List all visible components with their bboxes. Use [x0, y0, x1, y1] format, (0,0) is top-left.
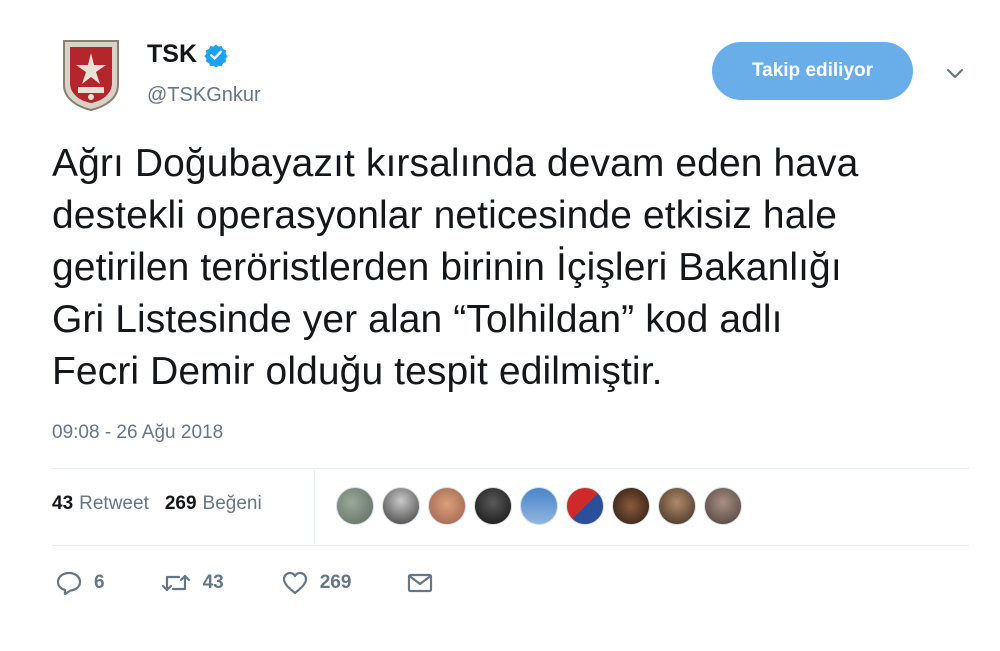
divider — [52, 545, 969, 546]
retweet-label: Retweet — [79, 493, 149, 514]
liker-avatar[interactable] — [474, 487, 512, 525]
liker-avatar[interactable] — [520, 487, 558, 525]
chevron-down-icon[interactable] — [942, 62, 968, 84]
tweet-text-line: destekli operasyonlar neticesinde etkisi… — [52, 194, 838, 237]
reply-icon — [56, 571, 82, 596]
reply-button[interactable]: 6 — [54, 568, 105, 598]
tweet-timestamp[interactable]: 09:08 - 26 Ağu 2018 — [52, 422, 223, 444]
liker-avatar[interactable] — [382, 487, 420, 525]
envelope-icon — [408, 573, 433, 593]
tweet-stats: 43 Retweet 269 Beğeni — [52, 493, 262, 515]
divider — [52, 468, 969, 469]
retweet-button[interactable]: 43 — [159, 568, 224, 598]
direct-message-button[interactable] — [405, 568, 435, 598]
verified-badge-icon — [204, 43, 228, 67]
tweet-actions: 6 43 269 — [54, 568, 435, 598]
retweet-icon — [161, 574, 190, 592]
tweet-text-line: Ağrı Doğubayazıt kırsalında devam eden h… — [52, 142, 859, 185]
tweet-text-line: getirilen teröristlerden birinin İçişler… — [52, 246, 842, 289]
tweet-text-line: Fecri Demir olduğu tespit edilmiştir. — [52, 350, 663, 393]
account-name[interactable]: TSK — [147, 40, 197, 69]
tsk-emblem-icon — [63, 40, 119, 111]
retweet-action-count: 43 — [202, 572, 224, 593]
like-button[interactable]: 269 — [280, 568, 352, 598]
tweet-text: Ağrı Doğubayazıt kırsalında devam eden h… — [52, 138, 977, 398]
heart-icon — [282, 571, 307, 595]
reply-count: 6 — [94, 572, 105, 593]
liker-avatar[interactable] — [566, 487, 604, 525]
tweet-text-line: Gri Listesinde yer alan “Tolhildan” kod … — [52, 298, 783, 341]
avatar[interactable] — [58, 38, 124, 112]
account-name-row[interactable]: TSK — [147, 40, 228, 69]
like-action-count: 269 — [319, 572, 352, 593]
like-stat[interactable]: 269 Beğeni — [165, 493, 262, 515]
liker-avatar[interactable] — [612, 487, 650, 525]
stats-separator — [314, 470, 315, 544]
like-count: 269 — [164, 493, 197, 514]
liker-avatars — [336, 487, 750, 525]
liker-avatar[interactable] — [704, 487, 742, 525]
retweet-count: 43 — [52, 493, 74, 514]
account-handle[interactable]: @TSKGnkur — [147, 84, 261, 107]
liker-avatar[interactable] — [336, 487, 374, 525]
liker-avatar[interactable] — [658, 487, 696, 525]
following-button[interactable]: Takip ediliyor — [712, 42, 913, 100]
like-label: Beğeni — [202, 493, 262, 514]
liker-avatar[interactable] — [428, 487, 466, 525]
retweet-stat[interactable]: 43 Retweet — [52, 493, 149, 515]
